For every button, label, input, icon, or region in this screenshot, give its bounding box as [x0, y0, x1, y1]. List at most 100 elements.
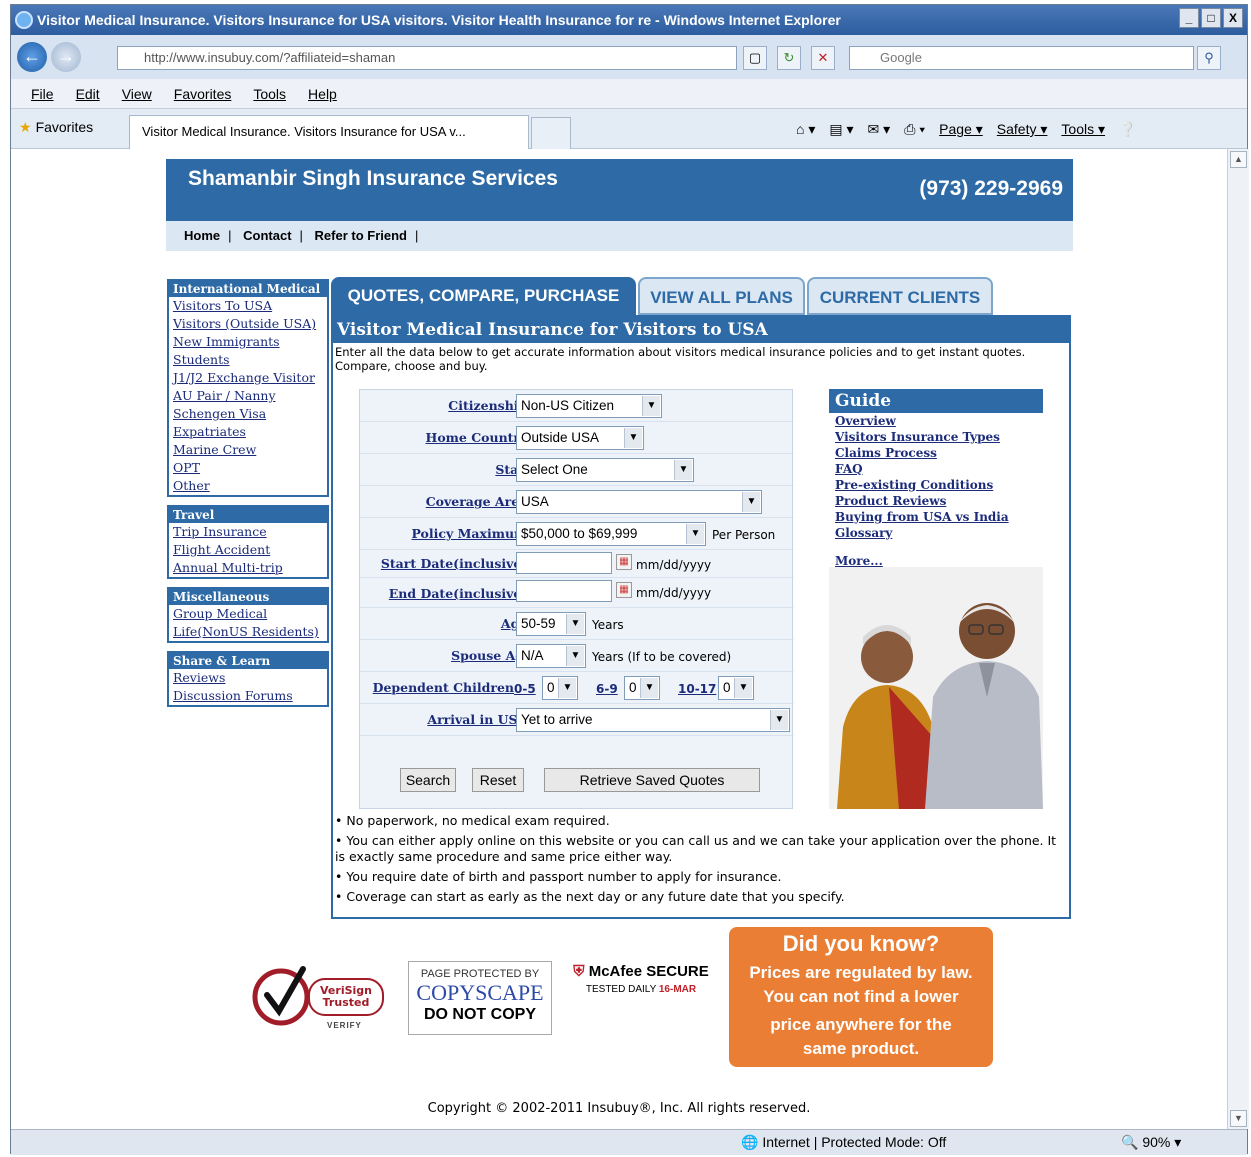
- guide-link-types[interactable]: Visitors Insurance Types: [829, 429, 1043, 445]
- forward-button[interactable]: →: [51, 42, 81, 72]
- back-button[interactable]: ←: [17, 42, 47, 72]
- age-select[interactable]: 50-59 ▼: [516, 612, 586, 636]
- url-input[interactable]: http://www.insubuy.com/?affiliateid=sham…: [117, 46, 737, 70]
- guide-link-overview[interactable]: Overview: [829, 413, 1043, 429]
- print-icon[interactable]: ⎙ ▾: [904, 121, 925, 138]
- nav-link-schengen[interactable]: Schengen Visa: [169, 405, 327, 423]
- favorites-button[interactable]: ★ Favorites: [19, 119, 93, 136]
- tools-menu[interactable]: Tools ▾: [1061, 121, 1105, 138]
- retrieve-quotes-button[interactable]: Retrieve Saved Quotes: [544, 768, 760, 792]
- policy-max-select[interactable]: $50,000 to $69,999 ▼: [516, 522, 706, 546]
- scroll-up-icon[interactable]: ▲: [1230, 151, 1247, 168]
- search-icon[interactable]: ⚲: [1197, 46, 1221, 70]
- nav-link-expatriates[interactable]: Expatriates: [169, 423, 327, 441]
- mail-icon[interactable]: ✉ ▾: [868, 121, 891, 138]
- chevron-down-icon: ▼: [734, 678, 752, 698]
- dependents-10-17-select[interactable]: 0 ▼: [718, 676, 754, 700]
- minimize-button[interactable]: _: [1179, 8, 1199, 28]
- tab-view-all-plans[interactable]: VIEW ALL PLANS: [638, 277, 805, 315]
- end-date-input[interactable]: [516, 580, 612, 602]
- tab-current-clients[interactable]: CURRENT CLIENTS: [807, 277, 993, 315]
- browser-tab[interactable]: Visitor Medical Insurance. Visitors Insu…: [129, 115, 529, 149]
- window-title: Visitor Medical Insurance. Visitors Insu…: [37, 12, 841, 28]
- chevron-down-icon: ▼: [770, 710, 788, 730]
- policy-max-label: Policy Maximum: [411, 526, 528, 542]
- nav-contact[interactable]: Contact: [243, 228, 291, 243]
- search-input[interactable]: Google: [849, 46, 1194, 70]
- calendar-icon[interactable]: ▦: [616, 554, 632, 570]
- state-select[interactable]: Select One ▼: [516, 458, 694, 482]
- mcafee-badge[interactable]: ⛨ McAfee SECURE TESTED DAILY 16-MAR: [571, 963, 711, 1009]
- feeds-icon[interactable]: ▤ ▾: [829, 121, 853, 138]
- nav-link-trip[interactable]: Trip Insurance: [169, 523, 327, 541]
- help-icon[interactable]: ❔: [1119, 121, 1136, 138]
- chevron-down-icon: ▼: [566, 646, 584, 666]
- nav-group-share: Share & Learn Reviews Discussion Forums: [167, 651, 329, 707]
- chevron-down-icon: ▼: [642, 396, 660, 416]
- guide-link-reviews[interactable]: Product Reviews: [829, 493, 1043, 509]
- arrival-label: Arrival in USA: [427, 712, 528, 728]
- nav-link-group-medical[interactable]: Group Medical: [169, 605, 327, 623]
- close-button[interactable]: X: [1223, 8, 1243, 28]
- favorites-bar: ★ Favorites Visitor Medical Insurance. Vi…: [11, 109, 1247, 149]
- guide-link-buying[interactable]: Buying from USA vs India: [829, 509, 1043, 525]
- scroll-down-icon[interactable]: ▼: [1230, 1110, 1247, 1127]
- verisign-badge[interactable]: VeriSign Trusted VERIFY: [251, 959, 391, 1039]
- menu-file[interactable]: File: [31, 86, 54, 102]
- coverage-area-select[interactable]: USA ▼: [516, 490, 762, 514]
- maximize-button[interactable]: □: [1201, 8, 1221, 28]
- guide-link-preexisting[interactable]: Pre-existing Conditions: [829, 477, 1043, 493]
- menu-edit[interactable]: Edit: [76, 86, 100, 102]
- home-country-select[interactable]: Outside USA ▼: [516, 426, 644, 450]
- menu-favorites[interactable]: Favorites: [174, 86, 232, 102]
- guide-link-claims[interactable]: Claims Process: [829, 445, 1043, 461]
- nav-link-other[interactable]: Other: [169, 477, 327, 495]
- nav-link-life[interactable]: Life(NonUS Residents): [169, 623, 327, 641]
- citizenship-select[interactable]: Non-US Citizen ▼: [516, 394, 662, 418]
- start-date-input[interactable]: [516, 552, 612, 574]
- menu-tools[interactable]: Tools: [253, 86, 286, 102]
- security-zone[interactable]: 🌐 Internet | Protected Mode: Off: [741, 1134, 946, 1151]
- arrival-select[interactable]: Yet to arrive ▼: [516, 708, 790, 732]
- spouse-age-select[interactable]: N/A ▼: [516, 644, 586, 668]
- nav-link-opt[interactable]: OPT: [169, 459, 327, 477]
- nav-link-au-pair[interactable]: AU Pair / Nanny: [169, 387, 327, 405]
- search-button[interactable]: Search: [400, 768, 456, 792]
- nav-refer[interactable]: Refer to Friend: [315, 228, 407, 243]
- chevron-down-icon: ▼: [558, 678, 576, 698]
- nav-home[interactable]: Home: [184, 228, 220, 243]
- nav-link-visitors-outside[interactable]: Visitors (Outside USA): [169, 315, 327, 333]
- nav-link-students[interactable]: Students: [169, 351, 327, 369]
- copyscape-name: COPYSCAPE: [416, 980, 544, 1005]
- nav-link-annual[interactable]: Annual Multi-trip: [169, 559, 327, 577]
- zoom-level[interactable]: 🔍 90% ▾: [1121, 1134, 1181, 1151]
- new-tab-button[interactable]: [531, 117, 571, 149]
- dependents-label: Dependent Children: [372, 680, 514, 695]
- guide-link-faq[interactable]: FAQ: [829, 461, 1043, 477]
- menu-help[interactable]: Help: [308, 86, 337, 102]
- nav-group-heading: Miscellaneous: [169, 589, 327, 605]
- nav-link-forums[interactable]: Discussion Forums: [169, 687, 327, 705]
- copyscape-badge[interactable]: PAGE PROTECTED BY COPYSCAPE DO NOT COPY: [408, 961, 552, 1035]
- nav-link-j1j2[interactable]: J1/J2 Exchange Visitor: [169, 369, 327, 387]
- nav-link-new-immigrants[interactable]: New Immigrants: [169, 333, 327, 351]
- home-icon[interactable]: ⌂ ▾: [796, 121, 815, 138]
- compat-view-icon[interactable]: ▢: [743, 46, 767, 70]
- nav-link-marine-crew[interactable]: Marine Crew: [169, 441, 327, 459]
- dependents-0-5-select[interactable]: 0 ▼: [542, 676, 578, 700]
- page-menu[interactable]: Page ▾: [939, 121, 983, 138]
- vertical-scrollbar[interactable]: ▲ ▼: [1227, 149, 1249, 1129]
- guide-link-glossary[interactable]: Glossary: [829, 525, 1043, 541]
- tab-quotes[interactable]: QUOTES, COMPARE, PURCHASE: [331, 277, 636, 315]
- reset-button[interactable]: Reset: [472, 768, 524, 792]
- calendar-icon[interactable]: ▦: [616, 582, 632, 598]
- menu-view[interactable]: View: [122, 86, 152, 102]
- nav-link-reviews[interactable]: Reviews: [169, 669, 327, 687]
- nav-link-flight[interactable]: Flight Accident: [169, 541, 327, 559]
- end-date-label: End Date(inclusive): [388, 586, 528, 602]
- stop-icon[interactable]: ✕: [811, 46, 835, 70]
- safety-menu[interactable]: Safety ▾: [997, 121, 1048, 138]
- nav-link-visitors-usa[interactable]: Visitors To USA: [169, 297, 327, 315]
- refresh-icon[interactable]: ↻: [777, 46, 801, 70]
- dependents-6-9-select[interactable]: 0 ▼: [624, 676, 660, 700]
